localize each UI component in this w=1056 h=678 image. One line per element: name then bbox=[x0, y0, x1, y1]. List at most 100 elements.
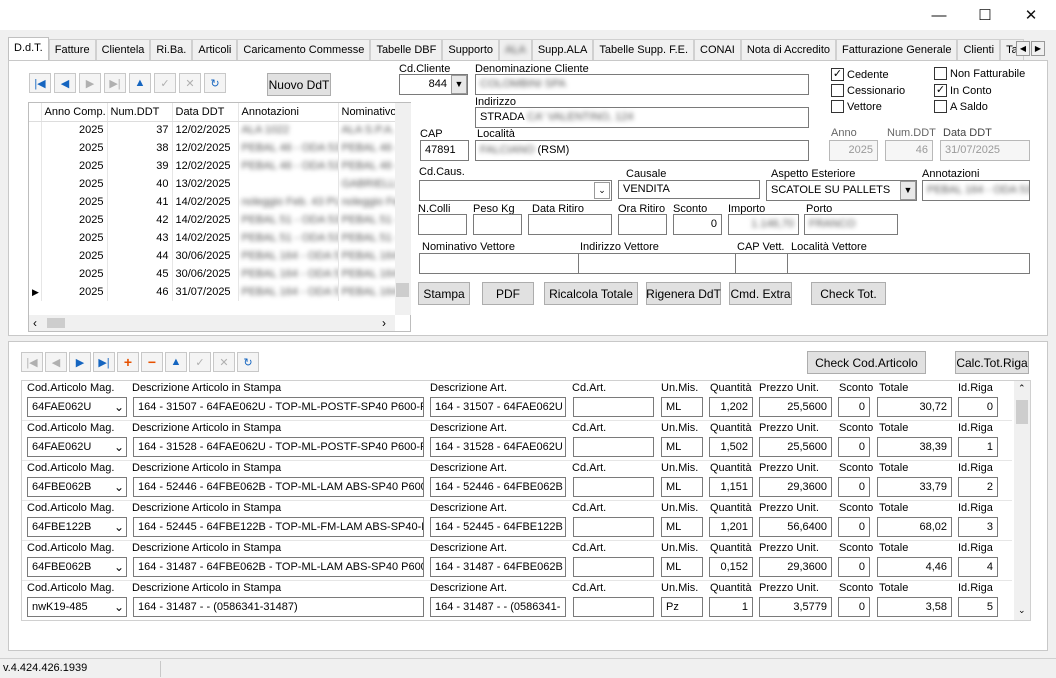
dataddt-field[interactable]: 31/07/2025 bbox=[940, 140, 1030, 161]
table-cell[interactable]: 41 bbox=[107, 193, 173, 211]
tab-fatture[interactable]: Fatture bbox=[48, 39, 96, 60]
table-cell[interactable]: 2025 bbox=[41, 229, 108, 247]
detail-field-desc-art[interactable]: 164 - 31487 - 64FBE062B - bbox=[430, 557, 566, 577]
detail-field-desc-stampa[interactable]: 164 - 31507 - 64FAE062U - TOP-ML-POSTF-S… bbox=[133, 397, 424, 417]
chevron-down-icon[interactable]: ⌄ bbox=[114, 518, 124, 536]
detail-field-desc-art[interactable]: 164 - 31507 - 64FAE062U - bbox=[430, 397, 566, 417]
table-cell[interactable]: 2025 bbox=[41, 175, 108, 193]
checkbox-icon[interactable] bbox=[934, 100, 947, 113]
table-cell[interactable]: 12/02/2025 bbox=[172, 139, 239, 157]
column-header[interactable]: Anno Comp. bbox=[41, 103, 108, 122]
detail-field-cod[interactable]: nwK19-485 ⌄ bbox=[27, 597, 127, 617]
table-cell[interactable]: 43 bbox=[107, 229, 173, 247]
detail-field-unmis[interactable]: ML bbox=[661, 397, 703, 417]
maximize-button[interactable]: ☐ bbox=[962, 0, 1008, 30]
checkbox-checked-icon[interactable]: ✓ bbox=[934, 84, 947, 97]
minimize-button[interactable]: — bbox=[916, 0, 962, 30]
table-cell[interactable]: GABRIELLI bbox=[338, 175, 398, 193]
scroll-right-icon[interactable]: › bbox=[382, 316, 386, 330]
ddt-list-row[interactable]: 2025 37 12/02/2025 ALA 1022 ALA S.P.A. bbox=[29, 121, 398, 139]
detail-field-cd-art[interactable] bbox=[573, 437, 654, 457]
table-cell[interactable]: 2025 bbox=[41, 265, 108, 283]
detail-field-sconto[interactable]: 0 bbox=[838, 437, 870, 457]
tab-clientela[interactable]: Clientela bbox=[95, 39, 151, 60]
table-cell[interactable]: ALA S.P.A. bbox=[338, 121, 398, 139]
column-header[interactable]: Annotazioni bbox=[238, 103, 339, 122]
table-cell[interactable]: 30/06/2025 bbox=[172, 265, 239, 283]
delete-row-icon[interactable]: − bbox=[141, 352, 163, 372]
detail-field-prezzo[interactable]: 56,6400 bbox=[759, 517, 832, 537]
checkbox-icon[interactable] bbox=[831, 100, 844, 113]
detail-field-desc-art[interactable]: 164 - 31528 - 64FAE062U - bbox=[430, 437, 566, 457]
ncolli-field[interactable] bbox=[418, 214, 467, 235]
detail-field-desc-stampa[interactable]: 164 - 31528 - 64FAE062U - TOP-ML-POSTF-S… bbox=[133, 437, 424, 457]
column-header[interactable]: Num.DDT bbox=[107, 103, 173, 122]
table-cell[interactable]: 30/06/2025 bbox=[172, 247, 239, 265]
table-cell[interactable]: 14/02/2025 bbox=[172, 211, 239, 229]
ddt-list-row[interactable]: ▶20254631/07/2025PEBAL 164 - ODA 533 COL… bbox=[29, 283, 398, 301]
locvettore-field[interactable] bbox=[787, 253, 1030, 274]
detail-field-totale[interactable]: 33,79 bbox=[877, 477, 952, 497]
stampa-button[interactable]: Stampa bbox=[418, 282, 470, 305]
tab-supp-ala[interactable]: Supp.ALA bbox=[531, 39, 594, 60]
detail-field-idriga[interactable]: 5 bbox=[958, 597, 998, 617]
last-record-icon[interactable]: ▶| bbox=[104, 73, 126, 93]
tab-clienti[interactable]: Clienti bbox=[957, 39, 1001, 60]
calc-tot-riga-button[interactable]: Calc.Tot.Riga bbox=[955, 351, 1029, 374]
detail-field-cod[interactable]: 64FBE062B ⌄ bbox=[27, 557, 127, 577]
aspetto-select[interactable]: SCATOLE SU PALLETS ▼ bbox=[766, 180, 917, 201]
pdf-button[interactable]: PDF bbox=[482, 282, 534, 305]
detail-field-unmis[interactable]: ML bbox=[661, 557, 703, 577]
table-cell[interactable]: 2025 bbox=[41, 283, 108, 301]
table-cell[interactable]: 2025 bbox=[41, 247, 108, 265]
detail-field-idriga[interactable]: 1 bbox=[958, 437, 998, 457]
detail-field-sconto[interactable]: 0 bbox=[838, 557, 870, 577]
check-cod-articolo-button[interactable]: Check Cod.Articolo bbox=[807, 351, 926, 374]
detail-field-desc-stampa[interactable]: 164 - 31487 - - (0586341-31487) bbox=[133, 597, 424, 617]
detail-field-desc-art[interactable]: 164 - 52445 - 64FBE122B - bbox=[430, 517, 566, 537]
chevron-down-icon[interactable]: ⌄ bbox=[114, 438, 124, 456]
ddt-list-hscrollbar[interactable]: ‹ › bbox=[29, 315, 395, 331]
scroll-thumb[interactable] bbox=[47, 318, 65, 328]
tab-caricamento-commesse[interactable]: Caricamento Commesse bbox=[237, 39, 371, 60]
chevron-down-icon[interactable]: ⌄ bbox=[114, 478, 124, 496]
ddt-list-row[interactable]: 20254214/02/2025PEBAL 51 - ODA 533 COLOM… bbox=[29, 211, 398, 229]
localita-field[interactable]: FALCIANO (RSM) bbox=[475, 140, 809, 161]
tab-nota-accredito[interactable]: Nota di Accredito bbox=[740, 39, 837, 60]
table-cell[interactable] bbox=[238, 175, 339, 193]
scroll-down-icon[interactable]: ⌄ bbox=[1018, 605, 1026, 616]
ddt-list-row[interactable]: 20254530/06/2025PEBAL 164 - ODA 533 COLO… bbox=[29, 265, 398, 283]
ddt-list-row[interactable]: 2025 40 13/02/2025 GABRIELLI bbox=[29, 175, 398, 193]
confirm-row-icon[interactable]: ✓ bbox=[189, 352, 211, 372]
cancel-row-icon[interactable]: ✕ bbox=[213, 352, 235, 372]
non-fatturabile-checkbox[interactable]: Non Fatturabile bbox=[934, 67, 1025, 80]
tab-riba[interactable]: Ri.Ba. bbox=[150, 39, 193, 60]
tab-supporto[interactable]: Supporto bbox=[442, 39, 500, 60]
ddt-list-row[interactable]: 20254314/02/2025PEBAL 51 - ODA 533 COLOM… bbox=[29, 229, 398, 247]
ricalcola-totale-button[interactable]: Ricalcola Totale bbox=[544, 282, 638, 305]
edit-record-icon[interactable]: ▲ bbox=[129, 73, 151, 93]
chevron-down-icon[interactable]: ⌄ bbox=[114, 598, 124, 616]
dataritiro-field[interactable] bbox=[528, 214, 612, 235]
table-cell[interactable]: PEBAL 164 - ODA 533 COLOMBINI bbox=[238, 283, 339, 301]
detail-field-desc-art[interactable]: 164 - 52446 - 64FBE062B - bbox=[430, 477, 566, 497]
detail-field-desc-art[interactable]: 164 - 31487 - - (0586341- bbox=[430, 597, 566, 617]
detail-field-cod[interactable]: 64FBE062B ⌄ bbox=[27, 477, 127, 497]
chevron-down-icon[interactable]: ⌄ bbox=[114, 398, 124, 416]
next-record-icon[interactable]: ▶ bbox=[79, 73, 101, 93]
detail-field-totale[interactable]: 68,02 bbox=[877, 517, 952, 537]
table-cell[interactable]: 31/07/2025 bbox=[172, 283, 239, 301]
table-cell[interactable]: PEBAL 51 - ODA 533 COLOMBINI bbox=[238, 211, 339, 229]
table-cell[interactable]: 14/02/2025 bbox=[172, 193, 239, 211]
cdcaus-select[interactable]: ⌄ bbox=[419, 180, 612, 201]
detail-field-sconto[interactable]: 0 bbox=[838, 477, 870, 497]
denominazione-field[interactable]: COLOMBINI SPA bbox=[475, 74, 809, 95]
detail-field-cod[interactable]: 64FBE122B ⌄ bbox=[27, 517, 127, 537]
table-cell[interactable]: PEBAL 51 - ODA bbox=[338, 211, 398, 229]
checkbox-icon[interactable] bbox=[831, 84, 844, 97]
table-cell[interactable]: 2025 bbox=[41, 121, 108, 139]
prev-row-icon[interactable]: ◀ bbox=[45, 352, 67, 372]
detail-field-unmis[interactable]: Pz bbox=[661, 597, 703, 617]
check-tot-button[interactable]: Check Tot. bbox=[811, 282, 886, 305]
detail-field-unmis[interactable]: ML bbox=[661, 437, 703, 457]
